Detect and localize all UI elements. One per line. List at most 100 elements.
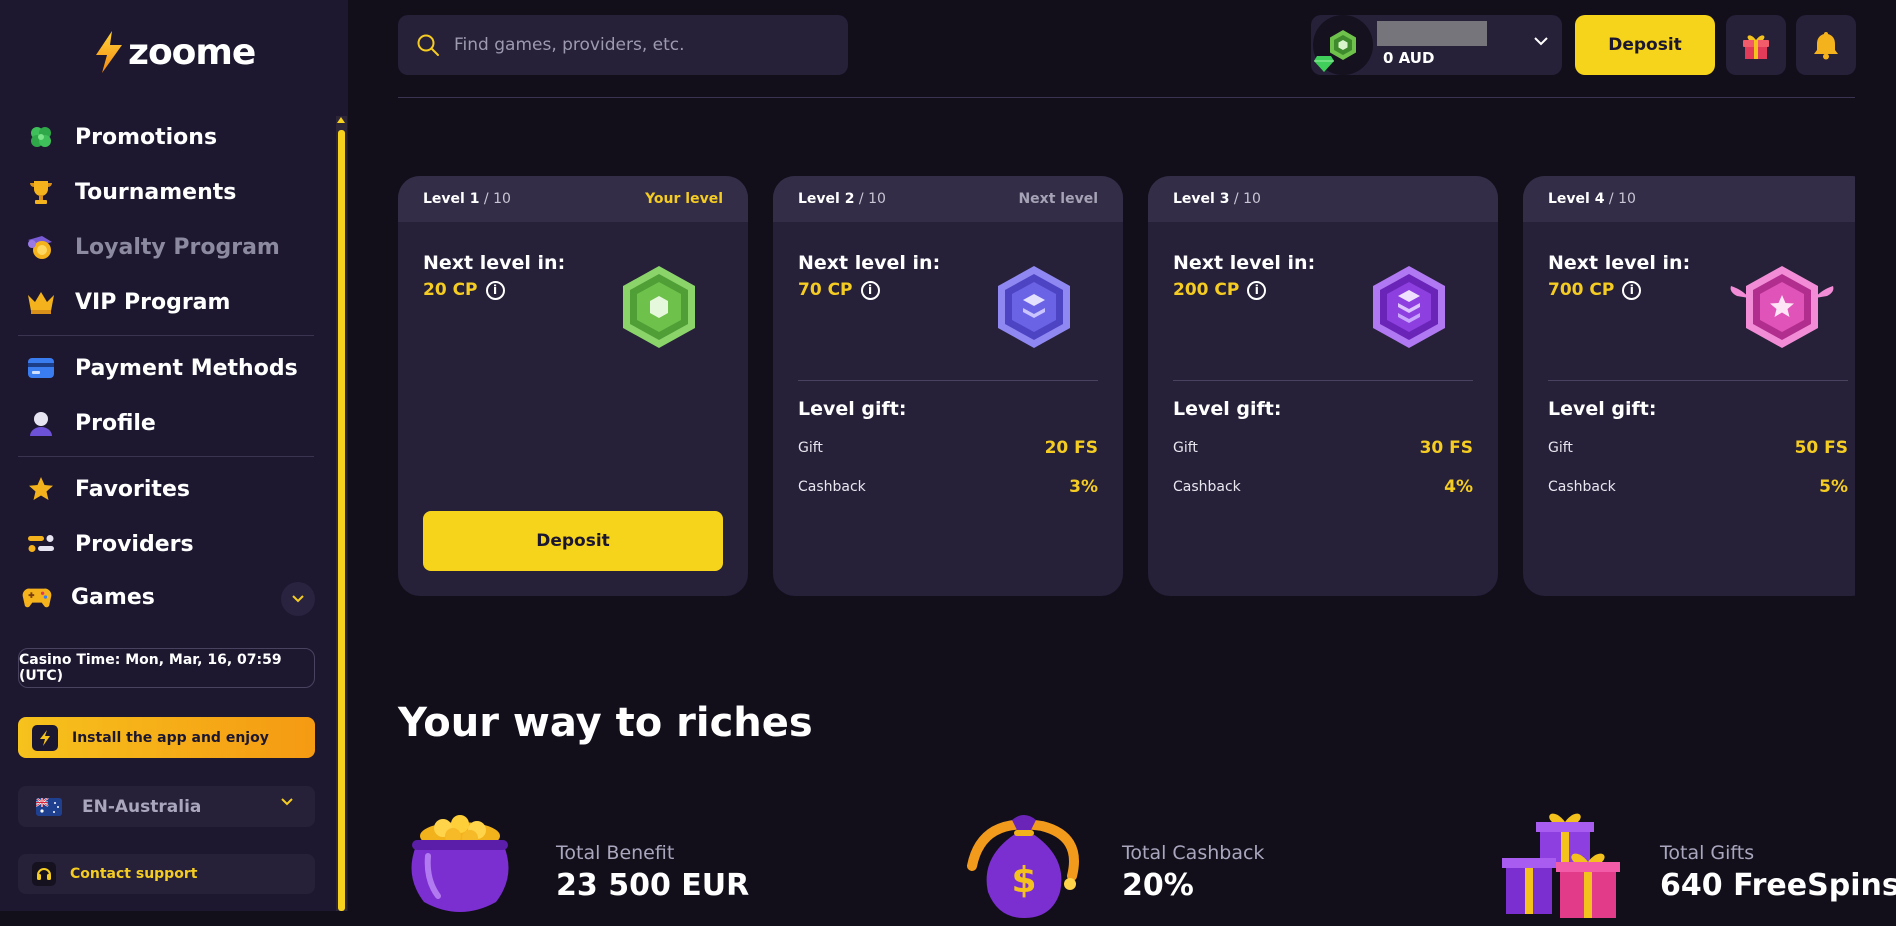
bell-icon xyxy=(1814,32,1838,60)
contact-support-label: Contact support xyxy=(70,866,198,882)
level-deposit-button[interactable]: Deposit xyxy=(423,511,723,571)
star-icon xyxy=(26,474,56,504)
next-level-cp: 700 CP xyxy=(1548,280,1615,300)
sidebar-item-profile[interactable]: Profile xyxy=(26,403,156,443)
level-number: Level 2 xyxy=(798,191,855,207)
gift-row: Gift 20 FS xyxy=(798,438,1098,458)
gamepad-icon xyxy=(22,582,52,612)
gifts-button[interactable] xyxy=(1726,15,1786,75)
stat-label: Total Cashback xyxy=(1122,842,1265,864)
level-number: Level 1 xyxy=(423,191,480,207)
games-expand-button[interactable] xyxy=(281,582,315,616)
info-icon[interactable]: i xyxy=(860,280,880,300)
gift-label: Gift xyxy=(1548,440,1573,456)
notifications-button[interactable] xyxy=(1796,15,1856,75)
next-level-label: Next level in: xyxy=(1548,252,1691,274)
providers-icon xyxy=(26,529,56,559)
level-2-badge-icon xyxy=(998,266,1070,348)
coin-cart-icon xyxy=(26,232,56,262)
gift-value: 20 FS xyxy=(1044,438,1098,458)
headset-icon xyxy=(32,862,56,886)
install-app-banner[interactable]: Install the app and enjoy xyxy=(18,717,315,758)
cashback-label: Cashback xyxy=(798,479,866,495)
gift-label: Gift xyxy=(798,440,823,456)
gift-boxes-icon xyxy=(1502,813,1620,918)
next-level-label: Next level in: xyxy=(1173,252,1316,274)
svg-text:$: $ xyxy=(1011,860,1036,901)
gift-value: 30 FS xyxy=(1419,438,1473,458)
sidebar-item-label: Tournaments xyxy=(75,179,237,205)
money-bag-icon: $ xyxy=(967,815,1079,918)
next-level-cp: 200 CP xyxy=(1173,280,1240,300)
level-card-header: Level 2 / 10 Next level xyxy=(773,176,1123,222)
sidebar-item-tournaments[interactable]: Tournaments xyxy=(26,172,236,212)
cashback-value: 4% xyxy=(1444,477,1473,497)
account-menu[interactable]: 0 AUD xyxy=(1311,15,1562,75)
info-icon[interactable]: i xyxy=(1247,280,1267,300)
sidebar-item-promotions[interactable]: Promotions xyxy=(26,117,217,157)
next-level-cp: 70 CP xyxy=(798,280,853,300)
level-card-header: Level 3 / 10 xyxy=(1148,176,1498,222)
sidebar-item-label: Loyalty Program xyxy=(75,234,280,260)
level-card-header: Level 4 / 10 xyxy=(1523,176,1855,222)
gift-row: Gift 50 FS xyxy=(1548,438,1848,458)
stat-value: 640 FreeSpins xyxy=(1660,868,1896,903)
section-title: Your way to riches xyxy=(398,700,813,746)
level-card: Level 2 / 10 Next level Next level in: 7… xyxy=(773,176,1123,596)
deposit-button[interactable]: Deposit xyxy=(1575,15,1715,75)
crown-icon xyxy=(26,287,56,317)
user-icon xyxy=(26,408,56,438)
sidebar-item-label: Promotions xyxy=(75,124,218,150)
chevron-down-icon xyxy=(1534,37,1548,46)
australia-flag-icon xyxy=(36,797,62,816)
search-bar[interactable] xyxy=(398,15,848,75)
level-1-badge-icon xyxy=(623,266,695,348)
next-level-cp: 20 CP xyxy=(423,280,478,300)
info-icon[interactable]: i xyxy=(485,280,505,300)
cashback-value: 3% xyxy=(1069,477,1098,497)
sidebar-scrollbar[interactable] xyxy=(336,116,347,911)
next-level-label: Next level in: xyxy=(798,252,941,274)
gift-row: Gift 30 FS xyxy=(1173,438,1473,458)
casino-time: Casino Time: Mon, Mar, 16, 07:59 (UTC) xyxy=(18,648,315,688)
level-card: Level 4 / 10 Next level in: 700 CP i Lev… xyxy=(1523,176,1855,596)
sidebar-item-loyalty-program[interactable]: Loyalty Program xyxy=(26,227,280,267)
gem-icon xyxy=(1314,56,1334,72)
cashback-label: Cashback xyxy=(1548,479,1616,495)
stat-label: Total Benefit xyxy=(556,842,675,864)
brand-logo[interactable]: zoome xyxy=(92,28,256,76)
language-select[interactable]: EN-Australia xyxy=(18,786,315,827)
sidebar-item-games[interactable]: Games xyxy=(22,577,155,617)
sidebar-item-favorites[interactable]: Favorites xyxy=(26,469,190,509)
sidebar-divider xyxy=(18,456,314,457)
level-cards-carousel[interactable]: Level 1 / 10 Your level Next level in: 2… xyxy=(398,176,1855,596)
cashback-row: Cashback 5% xyxy=(1548,477,1848,497)
sidebar-item-label: Profile xyxy=(75,410,156,436)
sidebar-item-vip-program[interactable]: VIP Program xyxy=(26,282,230,322)
header-divider xyxy=(398,97,1855,98)
username-redacted xyxy=(1377,21,1487,46)
gift-icon xyxy=(1743,35,1769,59)
level-gift-title: Level gift: xyxy=(798,398,907,420)
brand-name: zoome xyxy=(128,31,256,73)
install-app-label: Install the app and enjoy xyxy=(72,729,269,746)
sidebar-item-payment-methods[interactable]: Payment Methods xyxy=(26,348,298,388)
level-gift-title: Level gift: xyxy=(1173,398,1282,420)
search-input[interactable] xyxy=(454,35,834,55)
level-tag: Next level xyxy=(1018,191,1098,207)
lightning-icon xyxy=(96,31,122,73)
stat-label: Total Gifts xyxy=(1660,842,1755,864)
level-total: / 10 xyxy=(483,191,511,207)
level-card: Level 3 / 10 Next level in: 200 CP i Lev… xyxy=(1148,176,1498,596)
scrollbar-thumb[interactable] xyxy=(338,130,345,911)
contact-support-button[interactable]: Contact support xyxy=(18,854,315,894)
sidebar-item-providers[interactable]: Providers xyxy=(26,524,194,564)
level-number: Level 3 xyxy=(1173,191,1230,207)
level-total: / 10 xyxy=(1608,191,1636,207)
info-icon[interactable]: i xyxy=(1622,280,1642,300)
scroll-up-arrow-icon[interactable] xyxy=(337,117,345,123)
cashback-row: Cashback 4% xyxy=(1173,477,1473,497)
level-number: Level 4 xyxy=(1548,191,1605,207)
level-card-divider xyxy=(798,380,1098,381)
clover-icon xyxy=(26,122,56,152)
